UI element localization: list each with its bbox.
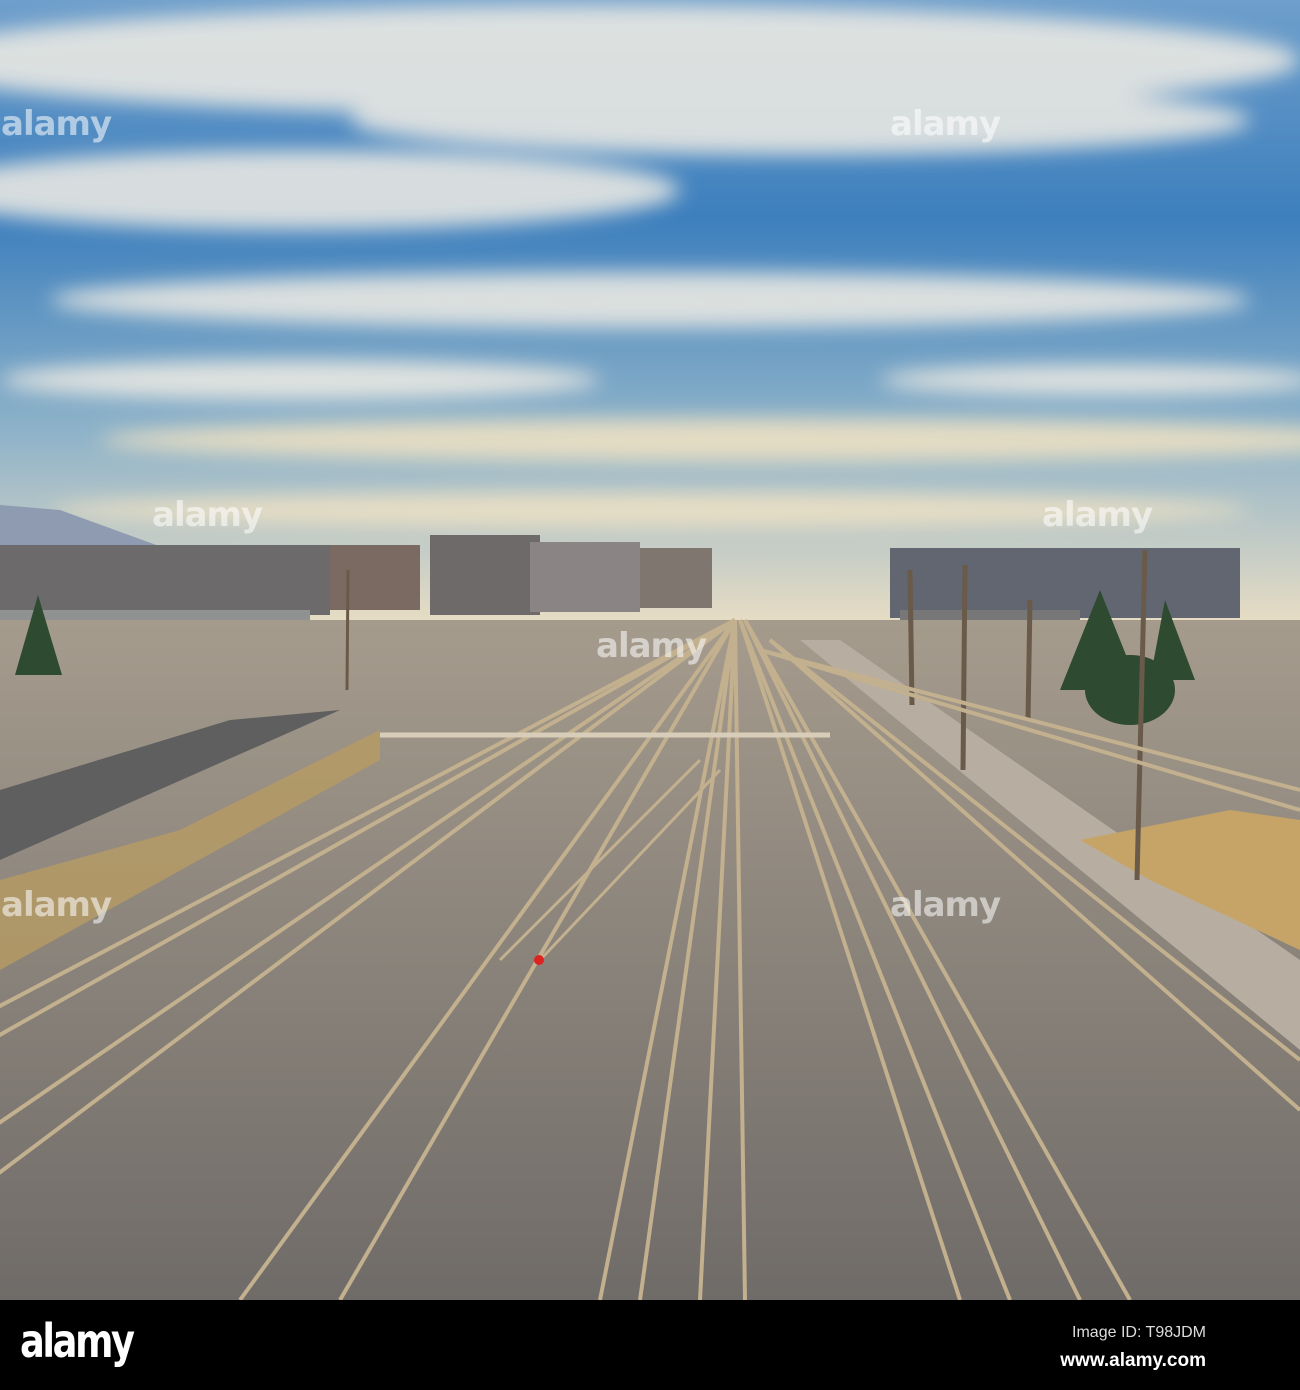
ground bbox=[0, 620, 1300, 1300]
watermark: alamy bbox=[890, 885, 1001, 925]
image-id: Image ID: T98JDM bbox=[1072, 1324, 1206, 1341]
watermark: alamy bbox=[1, 104, 112, 144]
watermark: alamy bbox=[890, 104, 1001, 144]
website-link[interactable]: www.alamy.com bbox=[1060, 1350, 1206, 1372]
watermark: alamy bbox=[1, 885, 112, 925]
watermark: alamy bbox=[1042, 495, 1153, 535]
signal-light bbox=[534, 955, 544, 965]
watermark: alamy bbox=[596, 626, 707, 666]
footer-bar: alamy Image ID: T98JDM www.alamy.com bbox=[0, 1300, 1300, 1390]
alamy-logo[interactable]: alamy bbox=[20, 1314, 135, 1368]
watermark: alamy bbox=[152, 495, 263, 535]
